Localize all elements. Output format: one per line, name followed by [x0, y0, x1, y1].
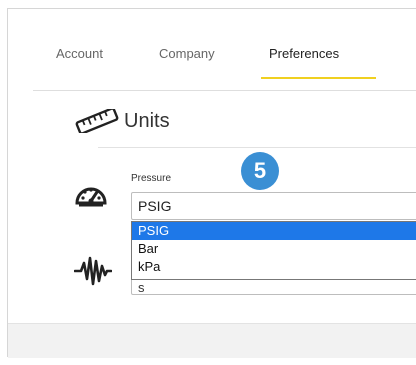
tab-bar: Account Company Preferences — [8, 9, 416, 81]
tab-account[interactable]: Account — [56, 46, 103, 61]
footer-band — [8, 323, 416, 358]
gauge-icon — [75, 187, 107, 207]
step-badge: 5 — [241, 152, 279, 190]
option-bar[interactable]: Bar — [132, 240, 416, 258]
preferences-panel: Account Company Preferences Units Pressu… — [7, 8, 416, 358]
section-title: Units — [124, 109, 170, 132]
option-psig[interactable]: PSIG — [132, 222, 416, 240]
tab-company[interactable]: Company — [159, 46, 215, 61]
section-heading: Units — [74, 109, 170, 133]
tab-preferences[interactable]: Preferences — [269, 46, 339, 61]
pressure-label: Pressure — [131, 173, 172, 184]
section-divider — [98, 147, 416, 148]
waveform-icon — [74, 256, 112, 286]
ruler-icon — [75, 109, 119, 133]
pressure-select[interactable]: PSIG — [131, 192, 416, 220]
pressure-options-list: PSIG Bar kPa — [131, 221, 416, 280]
tabs-divider — [33, 90, 416, 91]
option-kpa[interactable]: kPa — [132, 258, 416, 276]
active-tab-indicator — [261, 77, 376, 79]
